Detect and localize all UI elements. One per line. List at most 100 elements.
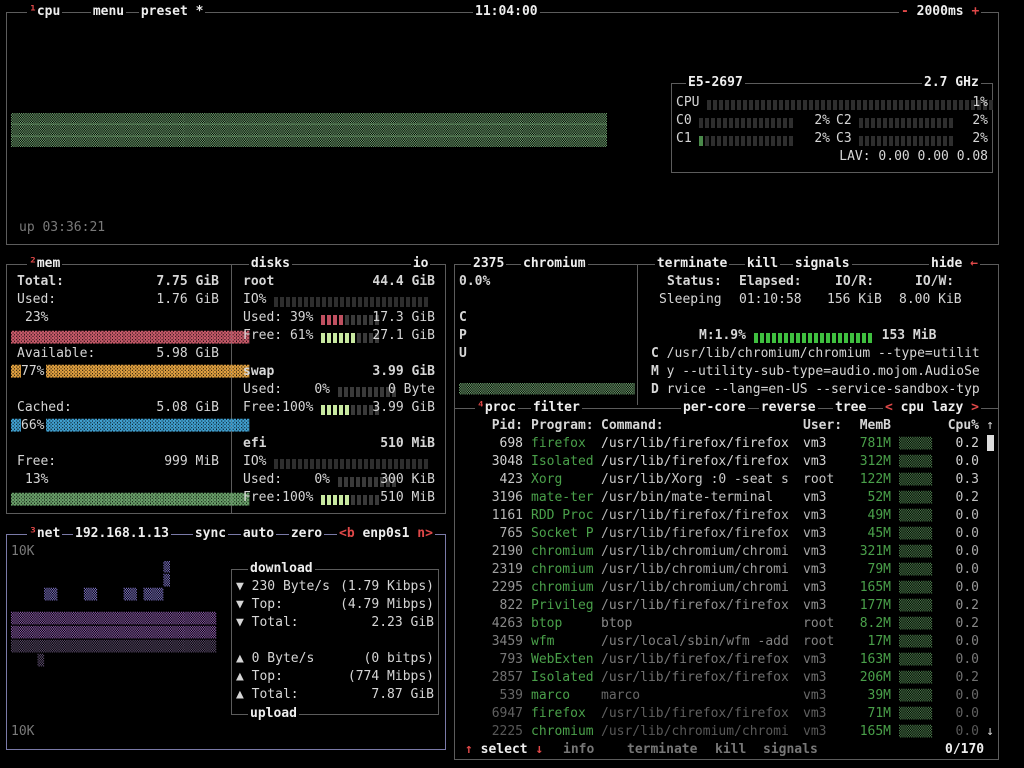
- table-row[interactable]: 2225 chromium/usr/lib/chromium/chromi vm3 1…: [455, 723, 998, 741]
- net-graph: ▒ ▒ ▒▒ ▒▒ ▒▒ ▒▒▒ ▒▒▒▒▒▒▒▒▒▒▒▒▒▒▒▒▒▒▒▒▒▒▒▒…: [11, 561, 227, 681]
- table-row[interactable]: 3459 wfm/usr/local/sbin/wfm -add root 17M 0.…: [455, 633, 998, 651]
- meter-segment: [321, 404, 326, 415]
- table-row[interactable]: 2319 chromium/usr/lib/chromium/chromi vm3 7…: [455, 561, 998, 579]
- cell-command: /usr/local/sbin/wfm -add: [601, 634, 789, 649]
- table-row[interactable]: 822 Privileg/usr/lib/firefox/firefox vm3 17…: [455, 597, 998, 615]
- meter-segment: [333, 314, 338, 325]
- mem-avail-pct: 77%: [21, 363, 47, 381]
- meter-segment: [316, 458, 321, 469]
- meter-segment: [949, 117, 954, 128]
- meter-segment: [729, 135, 734, 146]
- table-row[interactable]: 3196 mate-ter/usr/bin/mate-terminal vm3 52M…: [455, 489, 998, 507]
- table-row[interactable]: 2190 chromium/usr/lib/chromium/chromi vm3 3…: [455, 543, 998, 561]
- table-row[interactable]: 765 Socket P/usr/lib/firefox/firefox vm3 45…: [455, 525, 998, 543]
- header-cpu[interactable]: Cpu%: [935, 417, 979, 435]
- table-row[interactable]: 6947 firefox/usr/lib/firefox/firefox vm3 71…: [455, 705, 998, 723]
- cell-cpu: 0.3: [955, 472, 979, 487]
- sort-prev-button[interactable]: <: [885, 400, 893, 415]
- uptime: up 03:36:21: [19, 220, 106, 235]
- net-zero-toggle[interactable]: zzero: [289, 526, 325, 542]
- menu-button[interactable]: mmenu: [91, 4, 127, 20]
- hide-button[interactable]: hide ←: [929, 256, 980, 272]
- net-auto-toggle[interactable]: aauto: [241, 526, 277, 542]
- meter-segment: [379, 386, 384, 397]
- header-program[interactable]: Program:: [531, 417, 594, 435]
- net-prev-button[interactable]: <b: [339, 526, 355, 541]
- net-sync-toggle[interactable]: ssync: [193, 526, 229, 542]
- meter-segment: [923, 99, 928, 110]
- table-row[interactable]: 698 firefox/usr/lib/firefox/firefox vm3 781…: [455, 435, 998, 453]
- terminate-button[interactable]: tterminate: [655, 256, 730, 272]
- cell-command: /usr/lib/firefox/firefox: [601, 508, 789, 523]
- meter-segment: [877, 135, 882, 146]
- scroll-down-icon[interactable]: ↓: [986, 723, 994, 741]
- meter-segment: [394, 296, 399, 307]
- meter-segment: [771, 135, 776, 146]
- sort-next-button[interactable]: >: [971, 400, 979, 415]
- cpu-mini-graph: ▒▒▒▒▒: [899, 563, 933, 576]
- cpu-tab[interactable]: cpu: [37, 4, 60, 19]
- meter-segment: [424, 296, 429, 307]
- cell-user: vm3: [803, 652, 827, 667]
- meter-segment: [346, 296, 351, 307]
- cpu-mini-graph: ▒▒▒▒▒: [899, 707, 933, 720]
- select-up-icon[interactable]: ↑: [465, 742, 473, 757]
- meter-segment: [327, 332, 332, 343]
- io-toggle[interactable]: iio: [411, 256, 431, 272]
- meter-segment: [941, 99, 946, 110]
- down-arrow-icon: ▼: [236, 597, 244, 612]
- download-rate: 230 Byte/s: [251, 579, 330, 594]
- mem-free-pct: 13%: [25, 472, 49, 487]
- scrollbar-thumb[interactable]: [987, 435, 994, 451]
- meter-segment: [837, 332, 842, 343]
- table-row[interactable]: 423 Xorg/usr/lib/Xorg :0 -seat s root 122M 0…: [455, 471, 998, 489]
- meter-segment: [749, 99, 754, 110]
- scroll-up-icon[interactable]: ↑: [986, 417, 994, 435]
- meter-segment: [357, 314, 362, 325]
- filter-button[interactable]: ffilter: [531, 400, 582, 416]
- table-row[interactable]: 4263 btop btop root 8.2M 0.2 ▒▒▒▒▒: [455, 615, 998, 633]
- header-pid[interactable]: Pid:: [465, 417, 523, 435]
- meter-segment: [869, 99, 874, 110]
- cell-command: /usr/lib/chromium/chromi: [601, 580, 789, 595]
- footer-signals-button[interactable]: signals: [761, 742, 820, 758]
- tree-toggle[interactable]: tree: [833, 400, 869, 416]
- header-user[interactable]: User:: [803, 417, 842, 435]
- meter-segment: [777, 332, 782, 343]
- disk-size: 3.99 GiB: [372, 364, 435, 379]
- footer-kill-button[interactable]: kill: [713, 742, 749, 758]
- preset-button[interactable]: ppreset *: [139, 4, 206, 20]
- meter-segment: [743, 99, 748, 110]
- proc-title[interactable]: ⁴proc: [475, 400, 519, 416]
- signals-button[interactable]: ssignals: [793, 256, 852, 272]
- cell-mem: 122M: [859, 472, 891, 487]
- header-command[interactable]: Command:: [601, 417, 664, 435]
- table-row[interactable]: 539 marco marco vm3 39M 0.0 ▒▒▒▒▒: [455, 687, 998, 705]
- footer-terminate-button[interactable]: terminate: [625, 742, 700, 758]
- reverse-toggle[interactable]: rreverse: [759, 400, 818, 416]
- meter-segment: [943, 117, 948, 128]
- table-row[interactable]: 793 WebExten/usr/lib/firefox/firefox vm3 16…: [455, 651, 998, 669]
- table-row[interactable]: 2857 Isolated/usr/lib/firefox/firefox vm3 2…: [455, 669, 998, 687]
- interval-plus-button[interactable]: +: [971, 4, 979, 19]
- table-row[interactable]: 3048 Isolated/usr/lib/firefox/firefox vm3 3…: [455, 453, 998, 471]
- mem-total-label: Total:: [17, 274, 64, 289]
- meter-segment: [877, 117, 882, 128]
- net-title[interactable]: ³net: [27, 526, 63, 542]
- interval-control: - 2000ms +: [899, 4, 982, 20]
- meter-segment: [913, 117, 918, 128]
- disks-title[interactable]: ddisks: [249, 256, 292, 272]
- per-core-toggle[interactable]: per-core: [681, 400, 748, 416]
- header-memb[interactable]: MemB: [851, 417, 891, 435]
- select-down-icon[interactable]: ↓: [535, 742, 543, 757]
- table-row[interactable]: 2295 chromium/usr/lib/chromium/chromi vm3 1…: [455, 579, 998, 597]
- table-row[interactable]: 1161 RDD Proc/usr/lib/firefox/firefox vm3 4…: [455, 507, 998, 525]
- meter-segment: [843, 332, 848, 343]
- net-next-button[interactable]: n>: [417, 526, 433, 541]
- meter-segment: [901, 135, 906, 146]
- interval-minus-button[interactable]: -: [901, 4, 909, 19]
- mem-title[interactable]: ²mem: [27, 256, 63, 272]
- cpu-mini-graph: ▒▒▒▒▒: [899, 653, 933, 666]
- info-button[interactable]: info: [561, 742, 597, 758]
- kill-button[interactable]: kkill: [745, 256, 781, 272]
